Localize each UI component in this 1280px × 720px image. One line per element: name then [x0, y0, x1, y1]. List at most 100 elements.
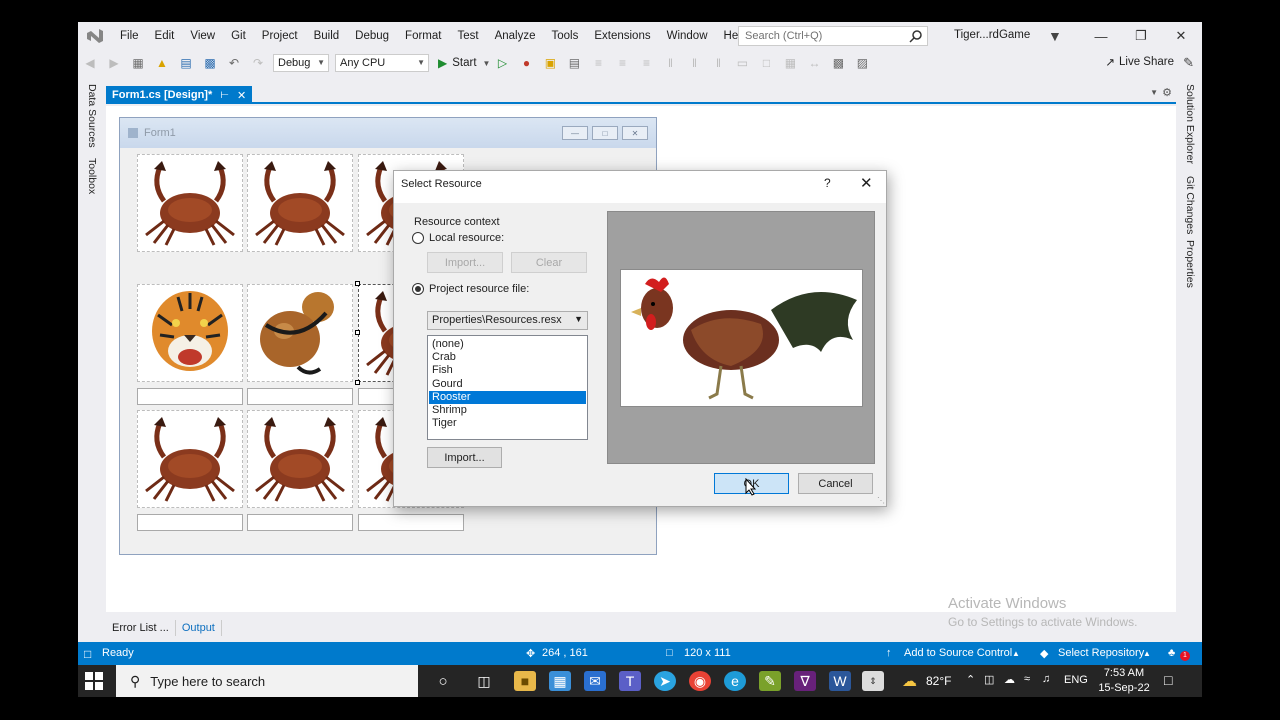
align-tops-icon[interactable]: ‖ [660, 54, 680, 72]
send-to-back-icon[interactable]: ▨ [852, 54, 872, 72]
menu-window[interactable]: Window [659, 22, 716, 50]
restore-button[interactable]: ❐ [1130, 26, 1152, 46]
tab-solution-explorer[interactable]: Solution Explorer [1184, 84, 1196, 164]
local-import-button[interactable]: Import... [427, 252, 503, 273]
tab-data-sources[interactable]: Data Sources [86, 84, 98, 148]
resource-item-tiger[interactable]: Tiger [429, 417, 586, 430]
text-box[interactable] [137, 514, 243, 531]
selection-handle[interactable] [355, 380, 360, 385]
word-icon[interactable]: W [829, 671, 851, 691]
picture-box-crab[interactable] [247, 154, 353, 252]
align-centers-icon[interactable]: ≡ [612, 54, 632, 72]
horizontal-spacing-icon[interactable]: ↔ [804, 54, 824, 72]
menu-edit[interactable]: Edit [147, 22, 183, 50]
make-same-size-icon[interactable]: □ [756, 54, 776, 72]
preview-features-icon[interactable]: ▼ [1048, 28, 1062, 44]
dialog-close-button[interactable]: ✕ [860, 174, 873, 192]
taskbar-overflow-icon[interactable]: ⇕ [862, 671, 884, 691]
tab-list-dropdown-icon[interactable]: ▼ [1150, 88, 1158, 97]
onedrive-icon[interactable]: ☁ [1004, 673, 1015, 686]
resource-file-select[interactable]: Properties\Resources.resx ▼ [427, 311, 588, 330]
resource-item-shrimp[interactable]: Shrimp [429, 404, 586, 417]
resource-item-gourd[interactable]: Gourd [429, 378, 586, 391]
visual-studio-logo-icon[interactable] [78, 22, 112, 50]
solution-configuration-select[interactable]: Debug ▼ [273, 54, 329, 72]
task-view-icon[interactable]: ◫ [473, 671, 495, 691]
menu-git[interactable]: Git [223, 22, 254, 50]
picture-box-crab[interactable] [137, 410, 243, 508]
resize-grip-icon[interactable]: ⋱ [877, 496, 885, 505]
minimize-button[interactable]: — [1090, 26, 1112, 46]
clock-date[interactable]: 15-Sep-22 [1098, 682, 1150, 694]
chevron-up-icon[interactable]: ⌃ [966, 673, 975, 686]
live-share-button[interactable]: ↗ Live Share [1105, 55, 1174, 69]
align-lefts-icon[interactable]: ≡ [588, 54, 608, 72]
menu-extensions[interactable]: Extensions [586, 22, 658, 50]
teams-icon[interactable]: T [619, 671, 641, 691]
resource-item-fish[interactable]: Fish [429, 364, 586, 377]
mail-icon[interactable]: ✉ [584, 671, 606, 691]
resource-item-crab[interactable]: Crab [429, 351, 586, 364]
notification-bell-icon[interactable]: ♣ [1168, 647, 1175, 659]
save-icon[interactable]: ▤ [176, 54, 196, 72]
align-rights-icon[interactable]: ≡ [636, 54, 656, 72]
cortana-icon[interactable]: ○ [432, 671, 454, 691]
resource-list[interactable]: (none) Crab Fish Gourd Rooster Shrimp Ti… [427, 335, 588, 440]
undo-icon[interactable]: ↶ [224, 54, 244, 72]
temperature[interactable]: 82°F [926, 674, 951, 688]
pin-icon[interactable]: ⊢ [220, 90, 229, 101]
project-import-button[interactable]: Import... [427, 447, 502, 468]
tab-properties[interactable]: Properties [1184, 240, 1196, 288]
tab-error-list[interactable]: Error List ... [106, 620, 176, 636]
text-box[interactable] [137, 388, 243, 405]
select-repository-button[interactable]: Select Repository [1058, 647, 1144, 659]
layout-toolbar-icon[interactable]: ▤ [564, 54, 584, 72]
make-same-width-icon[interactable]: ▭ [732, 54, 752, 72]
notification-center-icon[interactable]: □ [1164, 672, 1172, 688]
picture-box-tiger[interactable] [137, 284, 243, 382]
chrome-icon[interactable]: ◉ [689, 671, 711, 691]
save-all-icon[interactable]: ▩ [200, 54, 220, 72]
tab-output[interactable]: Output [176, 620, 222, 636]
menu-view[interactable]: View [182, 22, 223, 50]
start-debugging-button[interactable]: ▶ Start ▼ [438, 56, 490, 70]
text-box[interactable] [247, 514, 353, 531]
text-box[interactable] [247, 388, 353, 405]
picture-box-crab[interactable] [137, 154, 243, 252]
network-icon[interactable]: ◫ [984, 673, 994, 686]
edge-icon[interactable]: e [724, 671, 746, 691]
close-tab-icon[interactable]: ✕ [237, 89, 246, 102]
solution-platform-select[interactable]: Any CPU ▼ [335, 54, 429, 72]
help-button[interactable]: ? [824, 176, 831, 190]
menu-build[interactable]: Build [306, 22, 348, 50]
notepad-plus-icon[interactable]: ✎ [759, 671, 781, 691]
local-resource-radio[interactable] [412, 232, 424, 244]
picture-box-crab[interactable] [247, 410, 353, 508]
gear-icon[interactable]: ⚙ [1162, 86, 1172, 99]
volume-icon[interactable]: ♫ [1042, 673, 1050, 685]
add-to-source-control-button[interactable]: Add to Source Control [904, 647, 1012, 659]
close-button[interactable]: ✕ [1170, 26, 1192, 46]
wifi-icon[interactable]: ≈ [1024, 673, 1030, 685]
feedback-icon[interactable]: ✎ [1183, 55, 1194, 71]
tab-form1-design[interactable]: Form1.cs [Design]* ⊢ ✕ [106, 86, 253, 104]
cancel-button[interactable]: Cancel [798, 473, 873, 494]
navigate-back-icon[interactable]: ◀ [80, 54, 100, 72]
windows-start-icon[interactable] [84, 671, 104, 691]
menu-project[interactable]: Project [254, 22, 306, 50]
menu-file[interactable]: File [112, 22, 147, 50]
selection-handle[interactable] [355, 281, 360, 286]
bring-to-front-icon[interactable]: ▩ [828, 54, 848, 72]
menu-tools[interactable]: Tools [543, 22, 586, 50]
menu-analyze[interactable]: Analyze [487, 22, 544, 50]
align-bottoms-icon[interactable]: ‖ [708, 54, 728, 72]
open-file-icon[interactable]: ▲ [152, 54, 172, 72]
store-icon[interactable]: ▦ [549, 671, 571, 691]
start-without-debugging-icon[interactable]: ▷ [492, 54, 512, 72]
tab-git-changes[interactable]: Git Changes [1184, 176, 1196, 234]
local-clear-button[interactable]: Clear [511, 252, 587, 273]
size-to-grid-icon[interactable]: ▦ [780, 54, 800, 72]
text-box[interactable] [358, 514, 464, 531]
taskbar-search-box[interactable]: ⚲ Type here to search [116, 665, 418, 697]
menu-test[interactable]: Test [449, 22, 486, 50]
